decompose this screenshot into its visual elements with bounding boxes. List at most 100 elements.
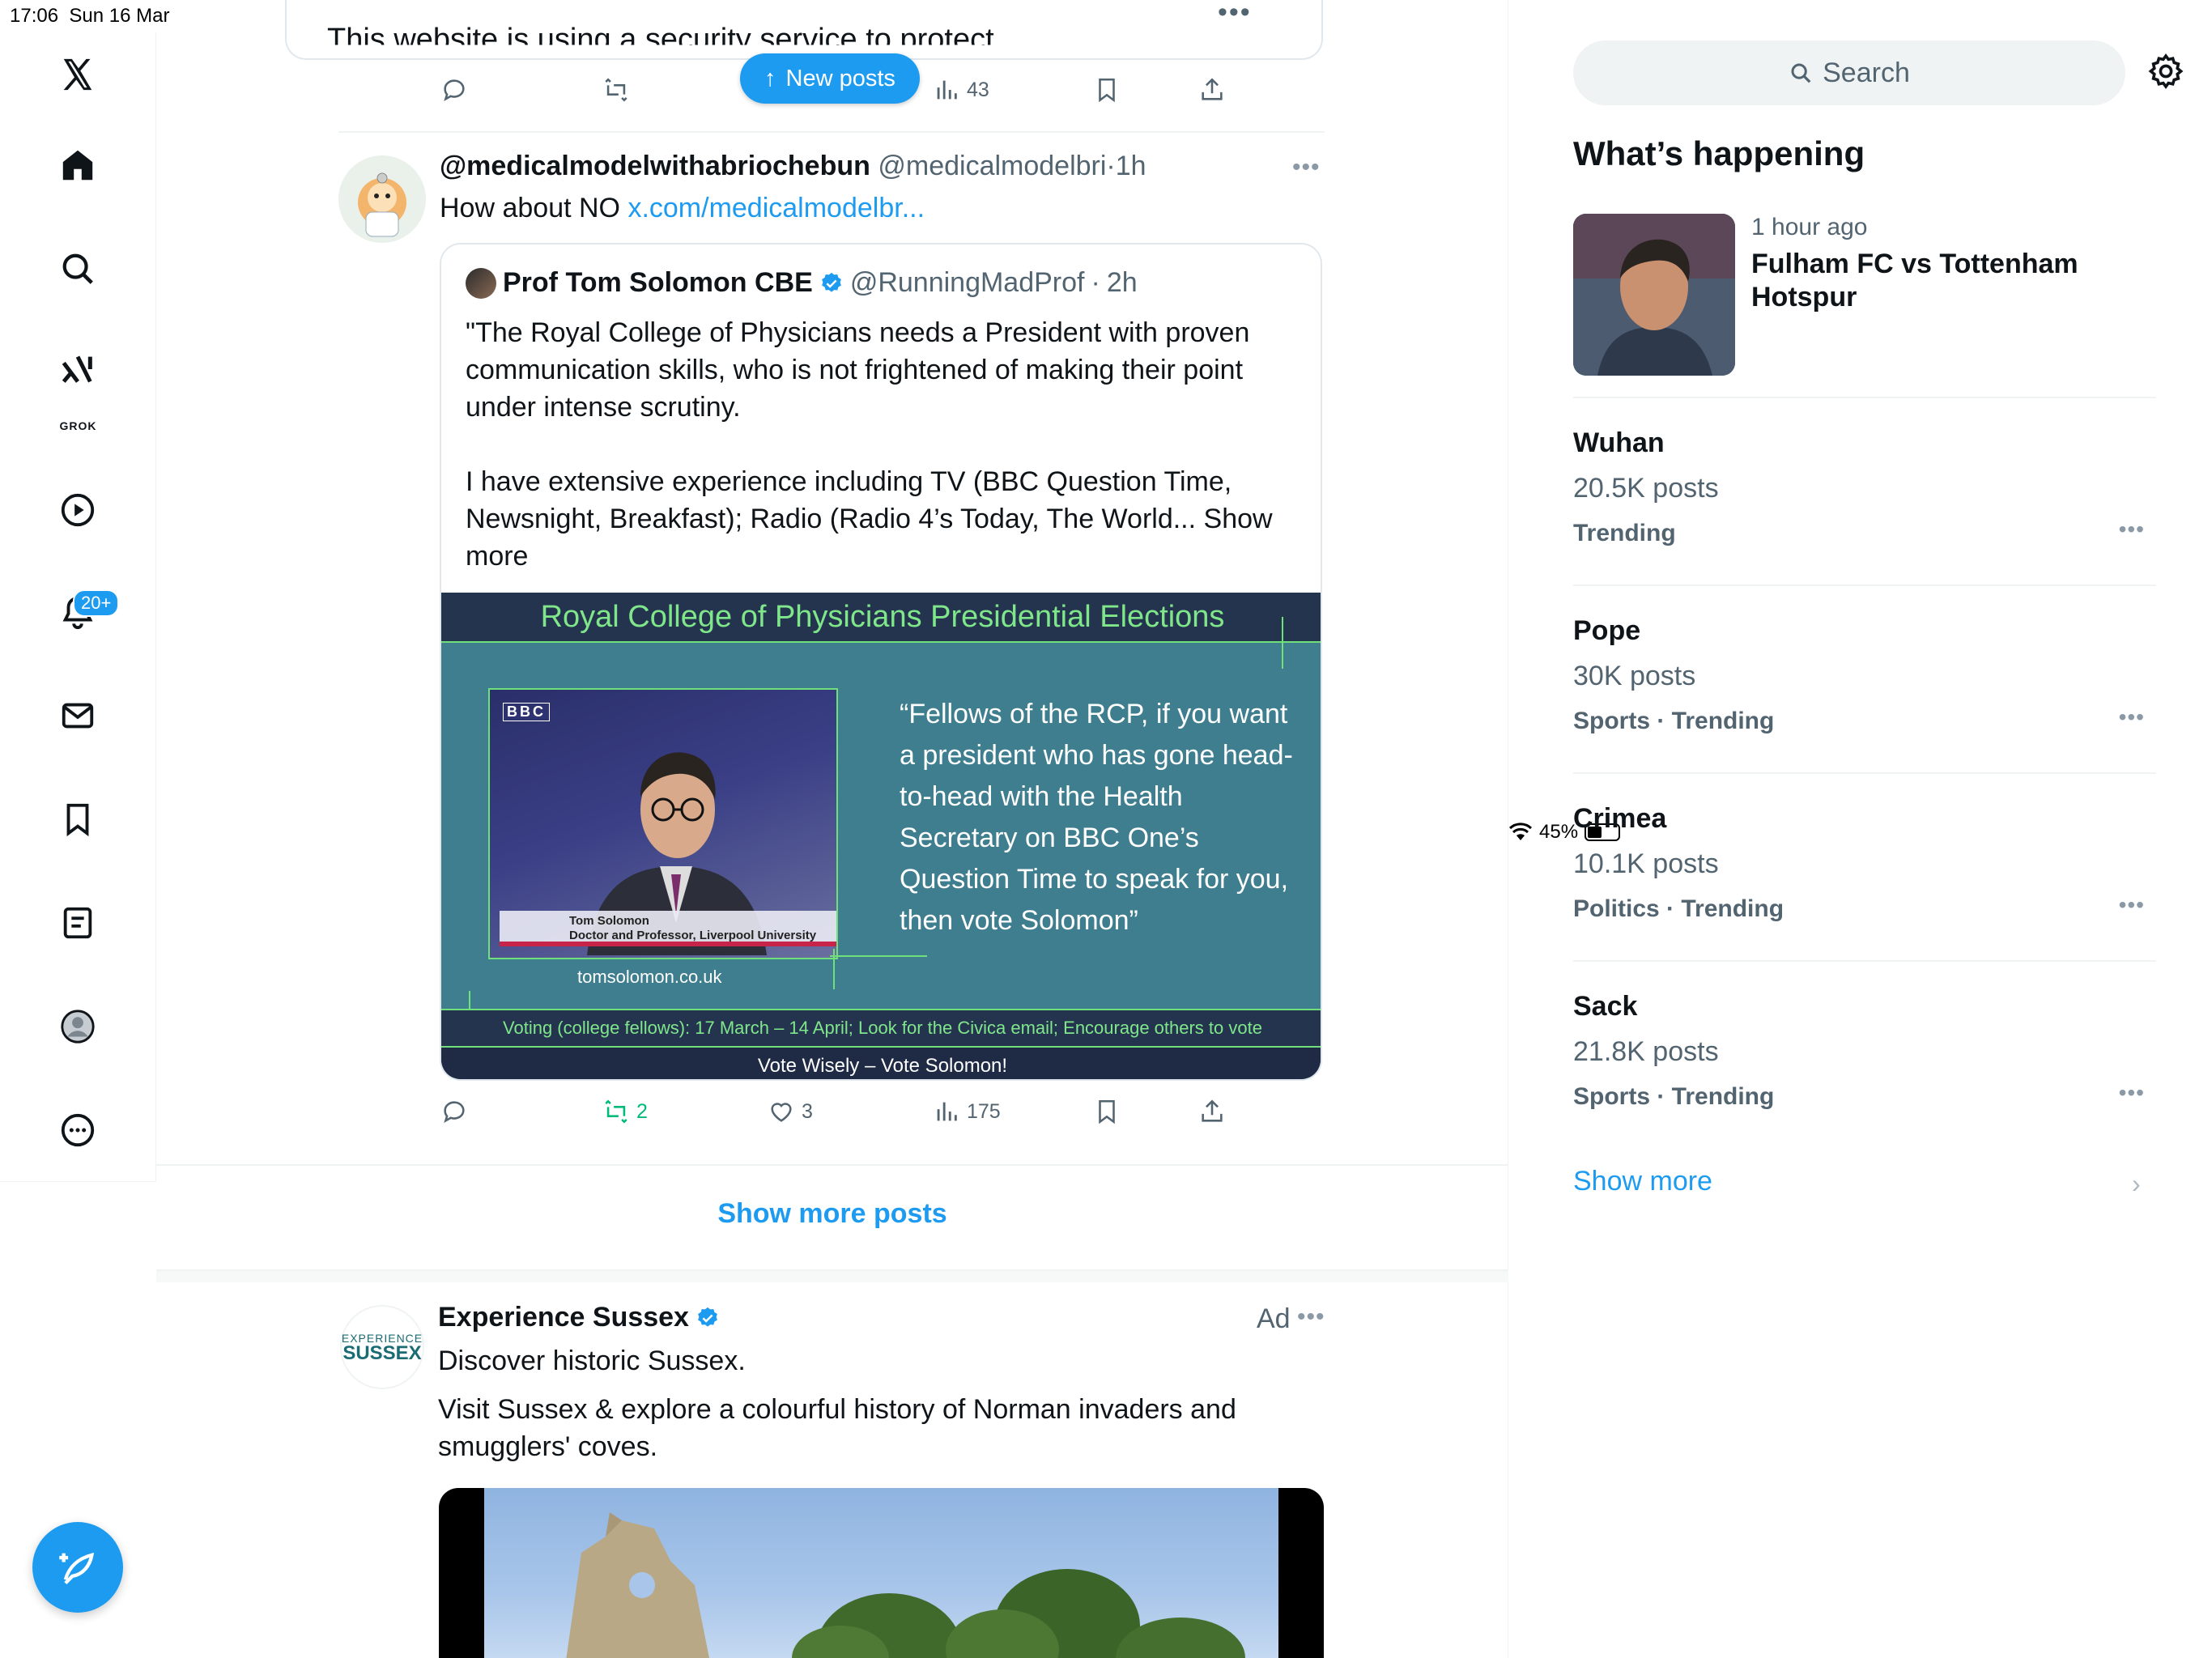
left-nav: GROK 20+ <box>0 32 156 1182</box>
poster-website: tomsolomon.co.uk <box>577 967 722 987</box>
post-author-avatar[interactable] <box>338 155 426 243</box>
trend-item[interactable]: Wuhan 20.5K posts Trending ••• <box>1573 397 2156 585</box>
trend-item[interactable]: Crimea 10.1K posts Politics · Trending •… <box>1573 772 2156 960</box>
search-icon <box>1791 63 1811 83</box>
trend-more-icon[interactable]: ••• <box>2119 517 2145 542</box>
trend-name: Crimea <box>1573 803 1667 834</box>
ad-more-icon[interactable]: ••• <box>1297 1303 1325 1331</box>
poster-photo: BBC Tom Solomon Doctor and Professor, Li… <box>488 688 838 959</box>
previous-post-more-icon[interactable]: ••• <box>1218 0 1252 28</box>
new-posts-button[interactable]: ↑ New posts <box>740 53 920 104</box>
views-icon <box>937 1102 957 1121</box>
repost-icon <box>605 1099 627 1124</box>
views-stat[interactable]: 43 <box>933 76 989 104</box>
previous-post-card[interactable]: This website is using a security service… <box>285 0 1323 60</box>
bookmarks-icon[interactable] <box>53 795 102 844</box>
news-time: 1 hour ago <box>1751 214 1868 240</box>
trend-count: 30K posts <box>1573 661 1696 691</box>
grok-icon[interactable] <box>53 345 102 393</box>
quote-image[interactable]: Royal College of Physicians Presidential… <box>441 593 1321 1079</box>
post-header: @medicalmodelwithabriochebun @medicalmod… <box>440 151 1146 181</box>
trend-name: Pope <box>1573 615 1641 646</box>
poster-guide-line <box>833 949 835 989</box>
bookmark-icon[interactable] <box>1093 76 1121 104</box>
repost-button[interactable]: 2 <box>602 1098 648 1125</box>
trend-meta: Sports · Trending <box>1573 1083 1775 1110</box>
poster-quote: “Fellows of the RCP, if you want a presi… <box>900 699 1293 936</box>
ad-image[interactable] <box>439 1488 1324 1658</box>
post-handle[interactable]: @medicalmodelbri <box>878 151 1106 181</box>
search-input[interactable]: Search <box>1573 40 2125 105</box>
show-more-posts-button[interactable]: Show more posts <box>156 1164 1508 1271</box>
poster-guide-line <box>830 955 927 957</box>
views-stat[interactable]: 175 <box>933 1098 1001 1125</box>
trend-meta: Sports · Trending <box>1573 708 1775 734</box>
post-divider <box>338 131 1325 133</box>
section-separator <box>156 1271 1508 1282</box>
ad-text-1: Discover historic Sussex. <box>438 1346 746 1376</box>
right-sidebar: Search What’s happening 1 hour ago Fulha… <box>1508 0 2212 1658</box>
chevron-right-icon: › <box>2132 1169 2141 1198</box>
quote-paragraph-1: "The Royal College of Physicians needs a… <box>466 317 1250 423</box>
trend-more-icon[interactable]: ••• <box>2119 892 2145 918</box>
ad-text-2: Visit Sussex & explore a colourful histo… <box>438 1394 1236 1462</box>
quoted-post[interactable]: Prof Tom Solomon CBE @RunningMadProf · 2h … <box>440 243 1322 1081</box>
ad-label: Ad <box>1257 1303 1291 1334</box>
trend-item[interactable]: Sack 21.8K posts Sports · Trending ••• <box>1573 960 2156 1148</box>
quote-handle: @RunningMadProf <box>849 267 1085 298</box>
share-icon[interactable] <box>1198 76 1226 104</box>
post-link[interactable]: x.com/medicalmodelbr... <box>627 193 925 223</box>
verified-badge-icon <box>821 272 841 292</box>
compose-button[interactable] <box>32 1522 123 1613</box>
settings-gear-icon[interactable] <box>2146 52 2185 91</box>
bookmark-icon[interactable] <box>1093 1098 1121 1125</box>
search-icon[interactable] <box>53 244 102 293</box>
heart-icon <box>771 1103 792 1122</box>
poster-voting-line: Voting (college fellows): 17 March – 14 … <box>441 1009 1321 1046</box>
trend-name: Wuhan <box>1573 427 1665 458</box>
post-display-name[interactable]: @medicalmodelwithabriochebun <box>440 151 870 181</box>
trend-more-icon[interactable]: ••• <box>2119 704 2145 730</box>
poster-guide-line <box>1282 617 1283 669</box>
views-count: 43 <box>967 78 989 101</box>
post-more-icon[interactable]: ••• <box>1292 154 1321 181</box>
profile-icon[interactable] <box>53 1002 102 1051</box>
whats-happening-title: What’s happening <box>1573 134 1865 172</box>
trend-more-icon[interactable]: ••• <box>2119 1080 2145 1106</box>
show-more-posts-label: Show more posts <box>717 1198 947 1229</box>
quote-text: "The Royal College of Physicians needs a… <box>466 314 1300 575</box>
quote-author-avatar <box>466 267 496 299</box>
grok-label: GROK <box>59 419 97 432</box>
reply-icon[interactable] <box>440 1098 468 1125</box>
trend-count: 20.5K posts <box>1573 473 1719 504</box>
share-icon[interactable] <box>1198 1098 1226 1125</box>
ad-header: Experience Sussex <box>438 1302 720 1333</box>
ad-display-name[interactable]: Experience Sussex <box>438 1302 689 1333</box>
lists-icon[interactable] <box>53 899 102 947</box>
compose-icon <box>59 1552 95 1585</box>
trend-item[interactable]: Pope 30K posts Sports · Trending ••• <box>1573 585 2156 772</box>
more-icon[interactable] <box>53 1106 102 1154</box>
post-time[interactable]: 1h <box>1116 151 1146 181</box>
like-button[interactable]: 3 <box>768 1098 813 1125</box>
news-title[interactable]: Fulham FC vs Tottenham Hotspur <box>1751 248 2108 314</box>
quote-display-name: Prof Tom Solomon CBE <box>503 267 813 298</box>
verified-badge-icon <box>698 1307 717 1327</box>
bbc-logo: BBC <box>503 703 550 721</box>
trend-count: 10.1K posts <box>1573 848 1719 879</box>
search-placeholder: Search <box>1823 57 1910 88</box>
quote-header: Prof Tom Solomon CBE @RunningMadProf · 2h <box>466 267 1138 299</box>
trend-name: Sack <box>1573 991 1638 1022</box>
reply-icon[interactable] <box>440 76 468 104</box>
news-thumbnail[interactable] <box>1573 214 1735 376</box>
show-more-link[interactable]: Show more <box>1573 1166 1712 1197</box>
x-logo-icon[interactable] <box>53 50 102 99</box>
ad-avatar[interactable]: EXPERIENCE SUSSEX <box>340 1305 424 1389</box>
repost-icon[interactable] <box>602 76 630 104</box>
video-icon[interactable] <box>53 486 102 534</box>
previous-post-text: This website is using a security service… <box>327 23 994 57</box>
views-count: 175 <box>967 1099 1001 1123</box>
home-icon[interactable] <box>53 141 102 189</box>
quote-paragraph-2: I have extensive experience including TV… <box>466 466 1273 572</box>
messages-icon[interactable] <box>53 691 102 740</box>
